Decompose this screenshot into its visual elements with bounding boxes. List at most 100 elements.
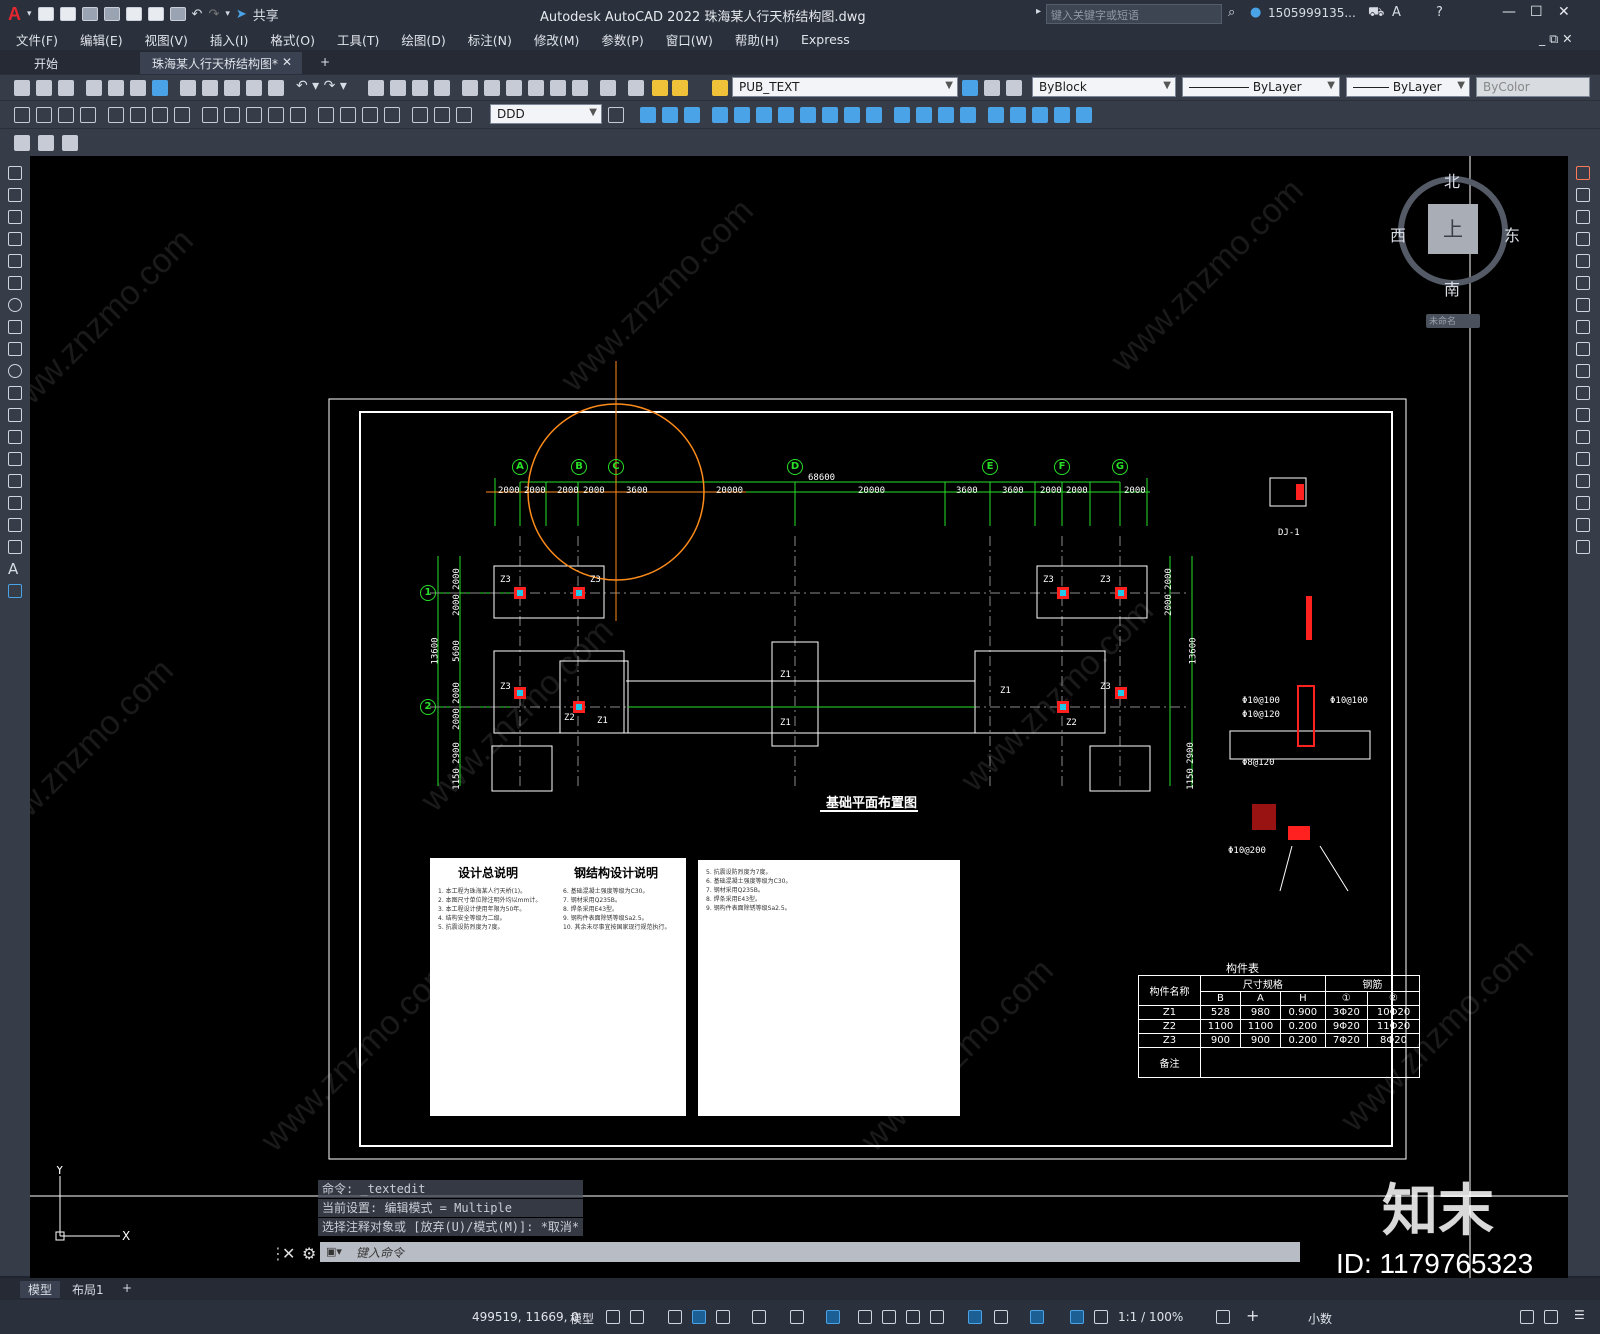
menu-insert[interactable]: 插入(I): [199, 30, 259, 49]
dimstyle-dropdown[interactable]: DDD ▼: [490, 104, 602, 124]
array-icon[interactable]: [712, 107, 728, 123]
new-file-icon[interactable]: [37, 7, 54, 21]
workspace-gear-icon[interactable]: [1216, 1310, 1230, 1324]
join-icon[interactable]: [1576, 452, 1590, 466]
sheet-set-icon[interactable]: [528, 80, 544, 96]
properties-icon[interactable]: [462, 80, 478, 96]
polyline-icon[interactable]: [8, 210, 22, 224]
scale-icon[interactable]: [1576, 320, 1590, 334]
publish-icon[interactable]: [130, 80, 146, 96]
tab-add-button[interactable]: +: [308, 52, 342, 74]
circle-icon[interactable]: [8, 298, 22, 312]
polygon-icon[interactable]: [8, 232, 22, 246]
tab-layout1[interactable]: 布局1: [72, 1281, 104, 1298]
move-icon[interactable]: [1576, 276, 1590, 290]
dimstyle-manager-icon[interactable]: [608, 107, 624, 123]
zoom-window-icon[interactable]: [412, 80, 428, 96]
customize-quick-access-icon[interactable]: ▾: [225, 9, 230, 19]
menu-tools[interactable]: 工具(T): [326, 30, 390, 49]
object-snap-icon[interactable]: [826, 1310, 840, 1324]
close-icon[interactable]: ✕: [1558, 4, 1570, 20]
region-icon[interactable]: [8, 518, 22, 532]
hardware-acceleration-icon[interactable]: [1544, 1310, 1558, 1324]
angular-icon[interactable]: [174, 107, 190, 123]
polar-tracking-icon[interactable]: [716, 1310, 730, 1324]
field-update-icon[interactable]: [62, 135, 78, 151]
tab-close-icon[interactable]: ✕: [282, 55, 292, 69]
rotate-icon[interactable]: [1576, 298, 1590, 312]
linetype-dropdown[interactable]: ByLayer ▼: [1182, 77, 1340, 97]
auto-scale-icon[interactable]: [1094, 1310, 1108, 1324]
doc-minimize-icon[interactable]: _ ⧉ ✕: [1528, 31, 1584, 47]
search-input[interactable]: 键入关键字或短语: [1046, 4, 1222, 24]
user-name[interactable]: 1505999135...: [1268, 6, 1356, 20]
command-prompt-icon[interactable]: ▣▾: [326, 1245, 342, 1258]
menu-parameter[interactable]: 参数(P): [590, 30, 654, 49]
construction-line-icon[interactable]: [8, 188, 22, 202]
annotation-scale[interactable]: 1:1 / 100%: [1118, 1310, 1183, 1324]
rectangle-icon[interactable]: [8, 254, 22, 268]
add-layout-button[interactable]: +: [122, 1281, 132, 1295]
dimension-break-icon[interactable]: [290, 107, 306, 123]
color-dropdown[interactable]: ByBlock ▼: [1032, 77, 1176, 97]
gizmo-icon[interactable]: [1030, 1310, 1044, 1324]
trim-icon[interactable]: [822, 107, 838, 123]
paste-icon[interactable]: [224, 80, 240, 96]
diameter-icon[interactable]: [152, 107, 168, 123]
layer-freeze-icon[interactable]: [672, 80, 688, 96]
fillet-icon[interactable]: [938, 107, 954, 123]
menu-file[interactable]: 文件(F): [0, 30, 69, 49]
help-icon[interactable]: ?: [1436, 5, 1443, 20]
model-space-button[interactable]: 模型: [570, 1310, 594, 1327]
plotstyle-dropdown[interactable]: ByColor: [1476, 77, 1590, 97]
tab-start[interactable]: 开始: [22, 52, 70, 74]
calculator-icon[interactable]: [572, 80, 588, 96]
ortho-icon[interactable]: [692, 1310, 706, 1324]
edit-text-icon[interactable]: [14, 135, 30, 151]
menu-window[interactable]: 窗口(W): [655, 30, 724, 49]
tab-model[interactable]: 模型: [20, 1281, 61, 1298]
stretch-icon[interactable]: [800, 107, 816, 123]
copy-object-icon[interactable]: [640, 107, 656, 123]
erase-icon[interactable]: [1576, 166, 1590, 180]
zoom-realtime-icon[interactable]: [390, 80, 406, 96]
menu-draw[interactable]: 绘图(D): [390, 30, 456, 49]
save-web-icon[interactable]: [147, 7, 164, 21]
lineweight-dropdown[interactable]: ByLayer ▼: [1346, 77, 1470, 97]
viewcube-top-face[interactable]: 上: [1428, 204, 1478, 254]
ordinate-icon[interactable]: [80, 107, 96, 123]
undo-icon[interactable]: ↶: [192, 7, 203, 22]
share-icon[interactable]: ➤: [236, 7, 247, 22]
erase-icon[interactable]: [1010, 107, 1026, 123]
menu-format[interactable]: 格式(O): [259, 30, 326, 49]
chamfer-icon[interactable]: [916, 107, 932, 123]
jogged-linear-icon[interactable]: [384, 107, 400, 123]
ellipse-icon[interactable]: [8, 364, 22, 378]
offset-icon[interactable]: [1576, 232, 1590, 246]
menu-help[interactable]: 帮助(H): [724, 30, 790, 49]
save-as-icon[interactable]: [103, 7, 120, 21]
menu-express[interactable]: Express: [790, 32, 861, 47]
autocad-logo[interactable]: A: [8, 4, 21, 25]
print-preview-icon[interactable]: [108, 80, 124, 96]
viewcube-north[interactable]: 北: [1444, 168, 1460, 192]
quick-dimension-icon[interactable]: [202, 107, 218, 123]
gradient-icon[interactable]: [8, 496, 22, 510]
command-settings-icon[interactable]: ⚙: [302, 1244, 316, 1263]
autodesk-account-icon[interactable]: A: [1392, 5, 1401, 20]
dimension-edit-icon[interactable]: [412, 107, 428, 123]
save-icon[interactable]: [58, 80, 74, 96]
aligned-dimension-icon[interactable]: [36, 107, 52, 123]
mirror-icon[interactable]: [1576, 210, 1590, 224]
inspection-icon[interactable]: [362, 107, 378, 123]
arc-icon[interactable]: [8, 276, 22, 290]
layer-previous-icon[interactable]: [984, 80, 1000, 96]
dimension-update-icon[interactable]: [456, 107, 472, 123]
plot-icon[interactable]: [169, 7, 186, 21]
lengthen-icon[interactable]: [1032, 107, 1048, 123]
maximize-icon[interactable]: ☐: [1530, 4, 1543, 20]
array-icon[interactable]: [1576, 254, 1590, 268]
ellipse-arc-icon[interactable]: [8, 386, 22, 400]
cart-icon[interactable]: ⛟: [1368, 5, 1384, 22]
search-icon[interactable]: ⌕: [1228, 5, 1235, 20]
